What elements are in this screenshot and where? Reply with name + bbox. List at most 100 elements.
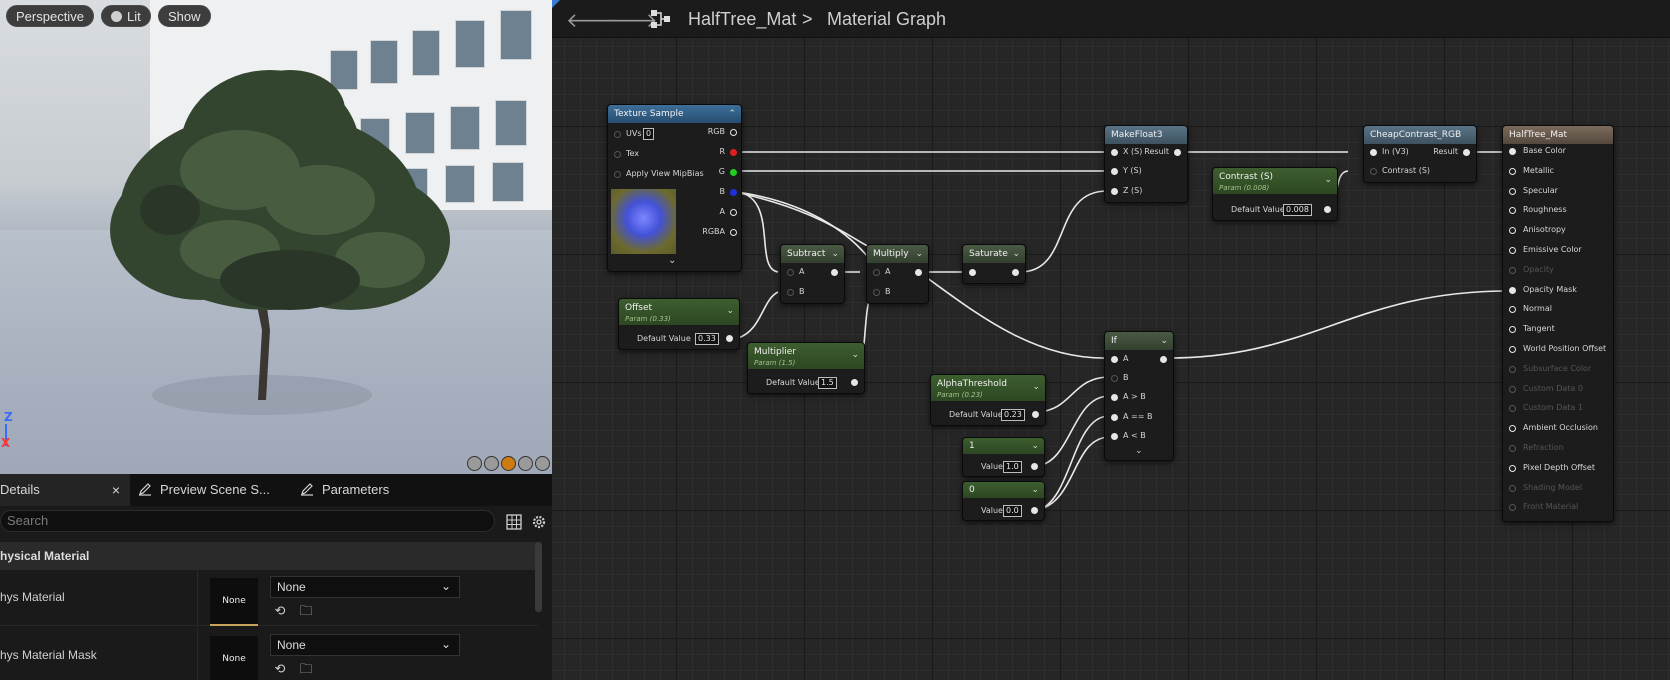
use-selected-icon[interactable]: ⟲ [272, 662, 288, 678]
column-divider[interactable] [197, 628, 198, 680]
output-pin[interactable] [1012, 269, 1019, 276]
node-constant-one[interactable]: 1 ⌄ Value 1.0 [962, 437, 1045, 477]
chevron-up-icon[interactable]: ⌃ [728, 105, 736, 123]
output-pin-rgba[interactable] [730, 229, 737, 236]
input-pin-b[interactable] [1111, 375, 1118, 382]
node-texture-sample[interactable]: Texture Sample ⌃ UVs 0 Tex Apply View Mip… [607, 104, 742, 272]
output-pin-r[interactable] [730, 149, 737, 156]
preview-viewport[interactable]: Perspective Lit Show Z X [0, 0, 552, 474]
asset-picker-dropdown[interactable]: None ⌄ [270, 634, 460, 656]
chevron-down-icon[interactable]: ⌄ [1031, 483, 1039, 497]
input-pin[interactable] [969, 269, 976, 276]
tab-details[interactable]: Details × [0, 474, 130, 506]
output-pin[interactable] [1174, 149, 1181, 156]
result-input-pin[interactable] [1509, 326, 1516, 334]
teapot-preview-icon[interactable] [535, 456, 550, 471]
input-pin-a[interactable] [1111, 356, 1118, 363]
table-view-icon[interactable] [506, 514, 522, 530]
result-input-pin[interactable] [1509, 167, 1516, 175]
input-pin[interactable] [614, 131, 621, 138]
chevron-down-icon[interactable]: ⌄ [1160, 332, 1168, 350]
result-input-pin[interactable] [1509, 385, 1516, 393]
tab-parameters[interactable]: Parameters [300, 474, 440, 506]
result-input-pin[interactable] [1509, 365, 1516, 373]
node-cheapcontrast-rgb[interactable]: CheapContrast_RGB In (V3) Contrast (S) R… [1363, 125, 1477, 183]
input-pin-b[interactable] [787, 289, 794, 296]
chevron-down-icon[interactable]: ⌄ [1324, 173, 1332, 187]
output-pin-b[interactable] [730, 189, 737, 196]
browse-folder-icon[interactable]: 🗀 [298, 604, 314, 620]
preview-shape-buttons[interactable] [467, 456, 550, 471]
result-input-pin[interactable] [1509, 148, 1516, 155]
input-pin-x[interactable] [1111, 149, 1118, 156]
result-input-pin[interactable] [1509, 207, 1516, 215]
show-button[interactable]: Show [158, 5, 211, 27]
node-material-result[interactable]: HalfTree_Mat Base Color Metallic Specular R… [1502, 125, 1614, 522]
result-input-pin[interactable] [1509, 286, 1516, 294]
value-field[interactable]: 0.0 [1003, 505, 1022, 517]
input-pin-y[interactable] [1111, 168, 1118, 175]
node-saturate[interactable]: Saturate ⌄ [962, 244, 1026, 284]
output-pin[interactable] [851, 379, 858, 386]
node-offset-param[interactable]: Offset Param (0.33) ⌄ Default Value 0.33 [618, 298, 740, 350]
output-pin-a[interactable] [730, 209, 737, 216]
perspective-button[interactable]: Perspective [6, 5, 94, 27]
result-input-pin[interactable] [1509, 405, 1516, 413]
result-input-pin[interactable] [1509, 187, 1516, 195]
input-pin-a-gt-b[interactable] [1111, 394, 1118, 401]
node-multiply[interactable]: Multiply ⌄ A B [866, 244, 929, 304]
column-divider[interactable] [197, 570, 198, 626]
output-pin[interactable] [1463, 149, 1470, 156]
node-multiplier-param[interactable]: Multiplier Param (1.5) ⌄ Default Value 1.5 [747, 342, 865, 394]
output-pin[interactable] [1031, 507, 1038, 514]
result-input-pin[interactable] [1509, 484, 1516, 492]
category-physical-material[interactable]: hysical Material [0, 542, 538, 570]
forward-arrow-icon[interactable]: 🡒 [604, 8, 658, 32]
cylinder-preview-icon[interactable] [467, 456, 482, 471]
browse-folder-icon[interactable]: 🗀 [298, 662, 314, 678]
gear-icon[interactable] [530, 513, 548, 531]
chevron-down-icon[interactable]: ⌄ [1032, 380, 1040, 394]
material-graph-canvas[interactable]: 🡐 🡒 HalfTree_Mat > Material Graph Textur… [552, 0, 1670, 680]
input-pin[interactable] [614, 171, 621, 178]
input-pin-contrast[interactable] [1370, 168, 1377, 175]
result-input-pin[interactable] [1509, 266, 1516, 274]
lit-mode-button[interactable]: Lit [101, 5, 151, 27]
breadcrumb-graph[interactable]: Material Graph [827, 9, 946, 30]
plane-preview-icon[interactable] [501, 456, 516, 471]
input-pin-b[interactable] [873, 289, 880, 296]
output-pin[interactable] [1031, 463, 1038, 470]
node-constant-zero[interactable]: 0 ⌄ Value 0.0 [962, 481, 1045, 521]
output-pin[interactable] [726, 335, 733, 342]
value-field[interactable]: 1.0 [1003, 461, 1022, 473]
output-pin[interactable] [1032, 411, 1039, 418]
default-value-field[interactable]: 1.5 [818, 377, 837, 389]
result-input-pin[interactable] [1509, 346, 1516, 353]
breadcrumb-asset[interactable]: HalfTree_Mat [688, 9, 796, 30]
node-alphathreshold-param[interactable]: AlphaThreshold Param (0.23) ⌄ Default Valu… [930, 374, 1046, 426]
uvs-value-field[interactable]: 0 [643, 128, 655, 140]
input-pin-a-lt-b[interactable] [1111, 433, 1118, 440]
chevron-down-icon[interactable]: ⌄ [726, 304, 734, 318]
default-value-field[interactable]: 0.33 [695, 333, 719, 345]
input-pin-z[interactable] [1111, 188, 1118, 195]
output-pin-rgb[interactable] [730, 129, 737, 136]
expand-chevron-icon[interactable]: ⌄ [668, 255, 676, 266]
output-pin[interactable] [1324, 206, 1331, 213]
chevron-down-icon[interactable]: ⌄ [831, 245, 839, 263]
asset-thumbnail[interactable]: None [210, 578, 258, 626]
chevron-down-icon[interactable]: ⌄ [1012, 245, 1020, 263]
result-input-pin[interactable] [1509, 445, 1516, 452]
details-search-input[interactable]: Search [0, 510, 495, 532]
back-arrow-icon[interactable]: 🡐 [566, 8, 620, 32]
input-pin-a-eq-b[interactable] [1111, 414, 1118, 421]
result-input-pin[interactable] [1509, 425, 1516, 433]
node-subtract[interactable]: Subtract ⌄ A B [780, 244, 845, 304]
default-value-field[interactable]: 0.23 [1001, 409, 1025, 421]
result-input-pin[interactable] [1509, 504, 1516, 512]
result-input-pin[interactable] [1509, 227, 1516, 235]
cube-preview-icon[interactable] [518, 456, 533, 471]
sphere-preview-icon[interactable] [484, 456, 499, 471]
node-contrast-param[interactable]: Contrast (S) Param (0.008) ⌄ Default Value… [1212, 167, 1338, 221]
use-selected-icon[interactable]: ⟲ [272, 604, 288, 620]
